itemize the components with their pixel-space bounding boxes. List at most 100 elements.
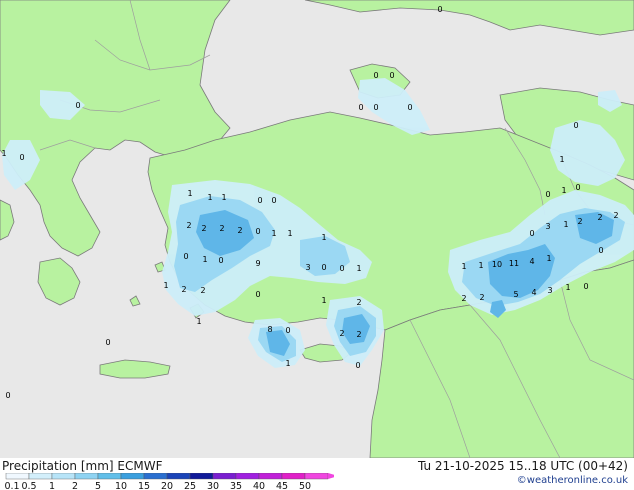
colorbar-labels: 0.1 0.5 1 2 5 10 15 20 25 30 35 40 45 50 [4, 481, 311, 490]
colorbar-label: 10 [115, 481, 127, 490]
product-title: Precipitation [mm] ECMWF [2, 459, 162, 473]
precip-value-label: 1 [321, 233, 326, 242]
precip-value-label: 1 [461, 262, 466, 271]
precip-value-label: 8 [267, 325, 272, 334]
precip-value-label: 1 [285, 359, 290, 368]
precip-value-label: 2 [356, 298, 361, 307]
precip-value-label: 2 [479, 293, 484, 302]
precip-value-label: 1 [478, 261, 483, 270]
precip-value-label: 0 [573, 121, 578, 130]
precip-value-label: 9 [255, 259, 260, 268]
precip-value-label: 1 [559, 155, 564, 164]
valid-time: Tu 21-10-2025 15..18 UTC (00+42) [417, 459, 628, 473]
precip-value-label: 0 [19, 153, 24, 162]
precip-value-label: 1 [187, 189, 192, 198]
precip-value-label: 10 [492, 260, 502, 269]
precip-value-label: 0 [545, 190, 550, 199]
colorbar-label: 40 [253, 481, 265, 490]
precip-value-label: 1 [356, 264, 361, 273]
precip-value-label: 0 [257, 196, 262, 205]
precip-value-label: 2 [200, 286, 205, 295]
precipitation-map: 00 00 0 0001 0 11 1 1 0 00 1 02 2 2 2 0 1 1 13 1 2 2 200 1 0 9 3 0 0… [0, 0, 634, 458]
colorbar-arrow [328, 473, 334, 479]
precip-value-label: 0 [321, 263, 326, 272]
colorbar-swatch [189, 473, 214, 480]
colorbar-swatch [97, 473, 122, 480]
precip-value-label: 0 [255, 227, 260, 236]
precip-value-label: 2 [356, 330, 361, 339]
precip-value-label: 0 [389, 71, 394, 80]
colorbar-label: 2 [72, 481, 78, 490]
precip-value-label: 2 [339, 329, 344, 338]
precip-value-label: 0 [105, 338, 110, 347]
credit-link[interactable]: ©weatheronline.co.uk [517, 475, 628, 486]
colorbar: 0.1 0.5 1 2 5 10 15 20 25 30 35 40 45 50 [4, 473, 334, 490]
precip-value-label: 0 [598, 246, 603, 255]
precip-value-label: 0 [575, 183, 580, 192]
precip-value-label: 2 [461, 294, 466, 303]
colorbar-label: 30 [207, 481, 219, 490]
colorbar-label: 1 [49, 481, 55, 490]
colorbar-label: 5 [95, 481, 101, 490]
precip-value-label: 3 [545, 222, 550, 231]
precip-value-label: 4 [531, 288, 536, 297]
precip-value-label: 1 [207, 193, 212, 202]
precip-value-label: 0 [255, 290, 260, 299]
precip-value-label: 2 [219, 224, 224, 233]
precip-value-label: 2 [186, 221, 191, 230]
colorbar-swatch [304, 473, 329, 480]
precip-value-label: 2 [597, 213, 602, 222]
precip-value-label: 1 [271, 229, 276, 238]
precip-value-label: 0 [373, 71, 378, 80]
precip-value-label: 0 [75, 101, 80, 110]
precip-value-label: 1 [202, 255, 207, 264]
colorbar-swatch [5, 473, 30, 480]
colorbar-label: 0.5 [21, 481, 36, 490]
colorbar-label: 0.1 [4, 481, 19, 490]
colorbar-label: 35 [230, 481, 242, 490]
precip-value-label: 4 [529, 257, 534, 266]
precip-value-label: 0 [358, 103, 363, 112]
precip-value-label: 2 [201, 224, 206, 233]
model-name: ECMWF [117, 459, 163, 473]
precip-value-label: 1 [221, 193, 226, 202]
precip-value-label: 0 [583, 282, 588, 291]
colorbar-swatch [258, 473, 283, 480]
precip-value-label: 0 [183, 252, 188, 261]
precip-value-label: 1 [546, 254, 551, 263]
colorbar-label: 15 [138, 481, 150, 490]
colorbar-swatch [143, 473, 168, 480]
precip-value-label: 1 [1, 149, 6, 158]
precip-value-label: 2 [237, 226, 242, 235]
precip-value-label: 0 [218, 256, 223, 265]
precip-value-label: 2 [181, 285, 186, 294]
colorbar-swatches [5, 473, 334, 480]
colorbar-swatch [28, 473, 53, 480]
colorbar-swatch [120, 473, 145, 480]
colorbar-label: 20 [161, 481, 173, 490]
colorbar-label: 50 [299, 481, 311, 490]
precip-value-label: 0 [271, 196, 276, 205]
precip-value-label: 0 [373, 103, 378, 112]
precip-value-label: 5 [513, 290, 518, 299]
precip-value-label: 1 [563, 220, 568, 229]
precip-value-label: 0 [339, 264, 344, 273]
precip-value-label: 3 [547, 286, 552, 295]
precip-value-label: 0 [407, 103, 412, 112]
colorbar-swatch [235, 473, 260, 480]
colorbar-label: 25 [184, 481, 196, 490]
precip-value-label: 1 [321, 296, 326, 305]
precip-value-label: 1 [163, 281, 168, 290]
colorbar-swatch [166, 473, 191, 480]
precip-value-label: 2 [577, 217, 582, 226]
colorbar-swatch [74, 473, 99, 480]
precip-value-label: 0 [285, 326, 290, 335]
product-name: Precipitation [mm] [2, 459, 114, 473]
colorbar-label: 45 [276, 481, 288, 490]
precip-value-label: 0 [529, 229, 534, 238]
precip-value-label: 1 [196, 317, 201, 326]
precip-value-label: 0 [5, 391, 10, 400]
colorbar-swatch [51, 473, 76, 480]
precip-value-label: 0 [437, 5, 442, 14]
precip-value-label: 11 [509, 259, 519, 268]
